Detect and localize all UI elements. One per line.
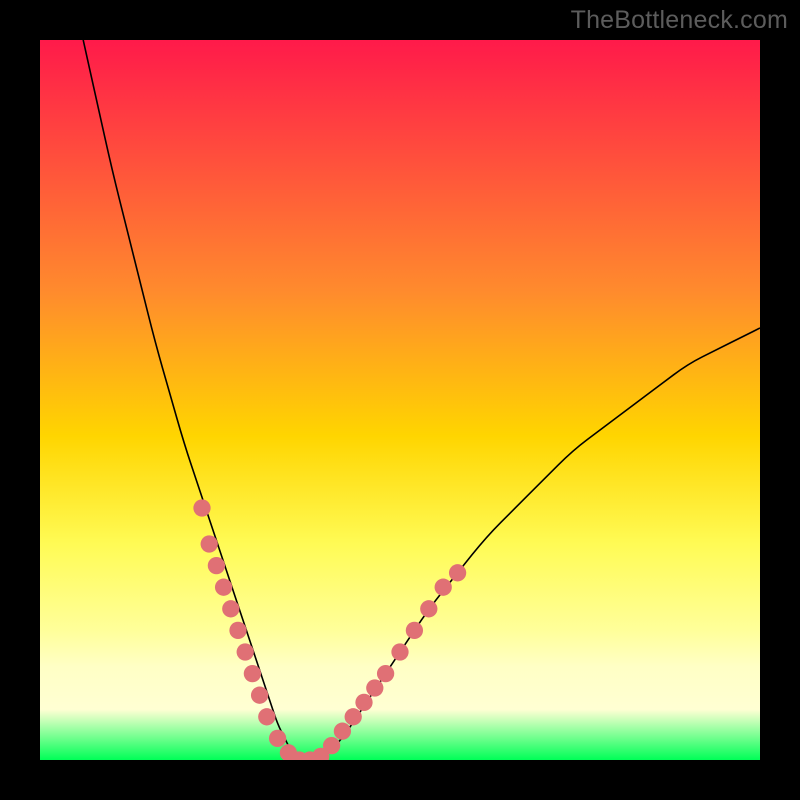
marker-dot	[366, 679, 383, 696]
marker-dot	[334, 723, 351, 740]
watermark-text: TheBottleneck.com	[571, 6, 788, 35]
marker-dot	[391, 643, 408, 660]
marker-dot	[215, 579, 232, 596]
marker-dot	[449, 564, 466, 581]
marker-dot	[355, 694, 372, 711]
marker-dot	[323, 737, 340, 754]
marker-dot	[208, 557, 225, 574]
marker-dot	[229, 622, 246, 639]
marker-dot	[251, 687, 268, 704]
marker-dot	[244, 665, 261, 682]
marker-dot	[406, 622, 423, 639]
chart-frame: TheBottleneck.com	[0, 0, 800, 800]
marker-dot	[193, 499, 210, 516]
plot-svg	[40, 40, 760, 760]
marker-dot	[258, 708, 275, 725]
marker-dot	[222, 600, 239, 617]
marker-dot	[269, 730, 286, 747]
marker-dot	[435, 579, 452, 596]
marker-dot	[345, 708, 362, 725]
marker-dot	[377, 665, 394, 682]
marker-dot	[201, 535, 218, 552]
plot-area	[40, 40, 760, 760]
marker-dot	[420, 600, 437, 617]
marker-dot	[237, 643, 254, 660]
